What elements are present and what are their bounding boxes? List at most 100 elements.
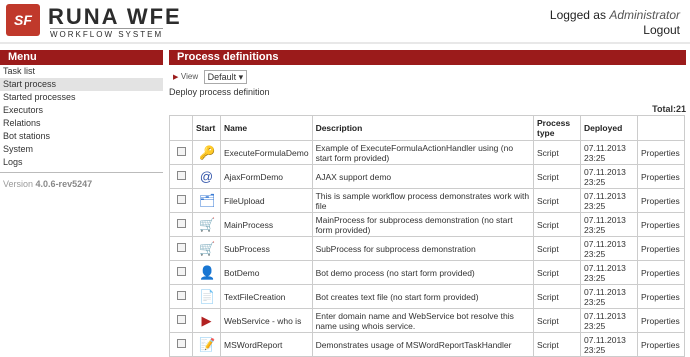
logo-mark: SF (6, 4, 40, 36)
row-checkbox-cell (169, 308, 193, 333)
table-row: 📝 MSWordReport Demonstrates usage of MSWor… (169, 332, 685, 357)
start-cell: 🔑 (192, 140, 221, 165)
properties-link[interactable]: Properties (637, 236, 685, 261)
sidebar-item-bot-stations[interactable]: Bot stations (0, 130, 163, 143)
start-cell: 🛒 (192, 236, 221, 261)
process-type: Script (533, 332, 581, 357)
deployed-time: 23:25 (584, 320, 606, 331)
row-checkbox[interactable] (176, 291, 186, 300)
sidebar-menu: Task list Start process Started processes E… (0, 65, 163, 169)
sidebar-item-system[interactable]: System (0, 143, 163, 156)
deployed-time: 23:25 (584, 248, 606, 259)
deployed-time: 23:25 (584, 344, 606, 355)
table-row: ▶ WebService - who is Enter domain name an… (169, 308, 685, 333)
column-description[interactable]: Description (311, 115, 535, 141)
cart-plus-icon[interactable]: 🛒 (199, 241, 215, 256)
deployed-day: 07.11.2013 (584, 262, 626, 273)
sidebar-item-task-list[interactable]: Task list (0, 65, 163, 78)
process-description: Demonstrates usage of MSWordReportTaskHa… (311, 332, 535, 357)
version-label: Version (3, 179, 34, 189)
triangle-right-icon: ▶ (173, 74, 179, 81)
table-row: 🗂 FileUpload This is sample workflow proce… (169, 188, 685, 213)
deployed-date: 07.11.2013 23:25 (580, 236, 638, 261)
start-cell: @ (192, 164, 221, 189)
sidebar-item-executors[interactable]: Executors (0, 104, 163, 117)
at-sign-icon[interactable]: @ (199, 169, 214, 184)
sidebar-item-relations[interactable]: Relations (0, 117, 163, 130)
deployed-time: 23:25 (584, 176, 606, 187)
play-circle-icon[interactable]: ▶ (199, 313, 214, 328)
row-checkbox[interactable] (176, 195, 186, 204)
column-deployed[interactable]: Deployed (580, 115, 638, 141)
properties-link[interactable]: Properties (637, 140, 685, 165)
view-selector: ▶ View Default ▾ (169, 69, 686, 85)
properties-link[interactable]: Properties (637, 188, 685, 213)
process-name: MainProcess (220, 212, 313, 237)
process-description: Bot demo process (no start form provided… (311, 260, 535, 285)
row-checkbox-cell (169, 284, 193, 309)
row-checkbox[interactable] (176, 315, 186, 324)
row-checkbox[interactable] (176, 171, 186, 180)
row-checkbox[interactable] (176, 339, 186, 348)
row-checkbox-cell (169, 164, 193, 189)
properties-link[interactable]: Properties (637, 212, 685, 237)
table-row: 🔑 ExecuteFormulaDemo Example of ExecuteFor… (169, 140, 685, 165)
properties-link[interactable]: Properties (637, 332, 685, 357)
text-file-icon[interactable]: 📄 (199, 289, 215, 304)
row-checkbox[interactable] (176, 267, 186, 276)
properties-link[interactable]: Properties (637, 284, 685, 309)
deploy-link[interactable]: Deploy process definition (169, 87, 686, 99)
deployed-day: 07.11.2013 (584, 142, 626, 153)
table-row: @ AjaxFormDemo AJAX support demo Script 07.1… (169, 164, 685, 189)
login-info: Logged as Administrator Logout (550, 8, 680, 38)
process-description: MainProcess for subprocess demonstration… (311, 212, 535, 237)
word-report-icon[interactable]: 📝 (199, 337, 215, 352)
column-start[interactable]: Start (192, 115, 221, 141)
deployed-date: 07.11.2013 23:25 (580, 140, 638, 165)
total-count: Total:21 (652, 104, 686, 114)
row-checkbox[interactable] (176, 219, 186, 228)
select-all-header[interactable] (169, 115, 193, 141)
table-header-row: Start Name Description Process type Depl… (169, 115, 685, 141)
login-user: Administrator (609, 8, 680, 22)
start-cell: ▶ (192, 308, 221, 333)
key-icon[interactable]: 🔑 (199, 145, 215, 160)
deployed-day: 07.11.2013 (584, 286, 626, 297)
properties-link[interactable]: Properties (637, 164, 685, 189)
process-description: This is sample workflow process demonstr… (311, 188, 535, 213)
table-row: 🛒 MainProcess MainProcess for subprocess d… (169, 212, 685, 237)
row-checkbox[interactable] (176, 243, 186, 252)
process-name: FileUpload (220, 188, 313, 213)
deployed-date: 07.11.2013 23:25 (580, 308, 638, 333)
deployed-date: 07.11.2013 23:25 (580, 332, 638, 357)
sidebar-item-start-process[interactable]: Start process (0, 78, 163, 91)
logo-subtitle: WORKFLOW SYSTEM (50, 28, 164, 39)
row-checkbox-cell (169, 236, 193, 261)
row-checkbox[interactable] (176, 147, 186, 156)
process-type: Script (533, 284, 581, 309)
sidebar: Menu Task list Start process Started proce… (0, 50, 163, 195)
bot-icon[interactable]: 👤 (199, 265, 215, 280)
properties-link[interactable]: Properties (637, 260, 685, 285)
logo-title: RUNA WFE (48, 4, 182, 29)
deployed-time: 23:25 (584, 272, 606, 283)
sidebar-item-logs[interactable]: Logs (0, 156, 163, 169)
process-description: AJAX support demo (311, 164, 535, 189)
file-upload-icon[interactable]: 🗂 (199, 193, 216, 208)
column-name[interactable]: Name (220, 115, 313, 141)
view-select[interactable]: Default ▾ (203, 69, 248, 84)
deployed-day: 07.11.2013 (584, 238, 626, 249)
start-cell: 🛒 (192, 212, 221, 237)
logout-link[interactable]: Logout (550, 23, 680, 38)
column-actions (637, 115, 685, 141)
deployed-day: 07.11.2013 (584, 334, 626, 345)
row-checkbox-cell (169, 332, 193, 357)
properties-link[interactable]: Properties (637, 308, 685, 333)
shopping-cart-icon[interactable]: 🛒 (199, 217, 215, 232)
process-name: TextFileCreation (220, 284, 313, 309)
sidebar-item-started-processes[interactable]: Started processes (0, 91, 163, 104)
process-type: Script (533, 140, 581, 165)
process-table: Start Name Description Process type Depl… (169, 115, 685, 357)
column-process-type[interactable]: Process type (533, 115, 581, 141)
deployed-date: 07.11.2013 23:25 (580, 284, 638, 309)
